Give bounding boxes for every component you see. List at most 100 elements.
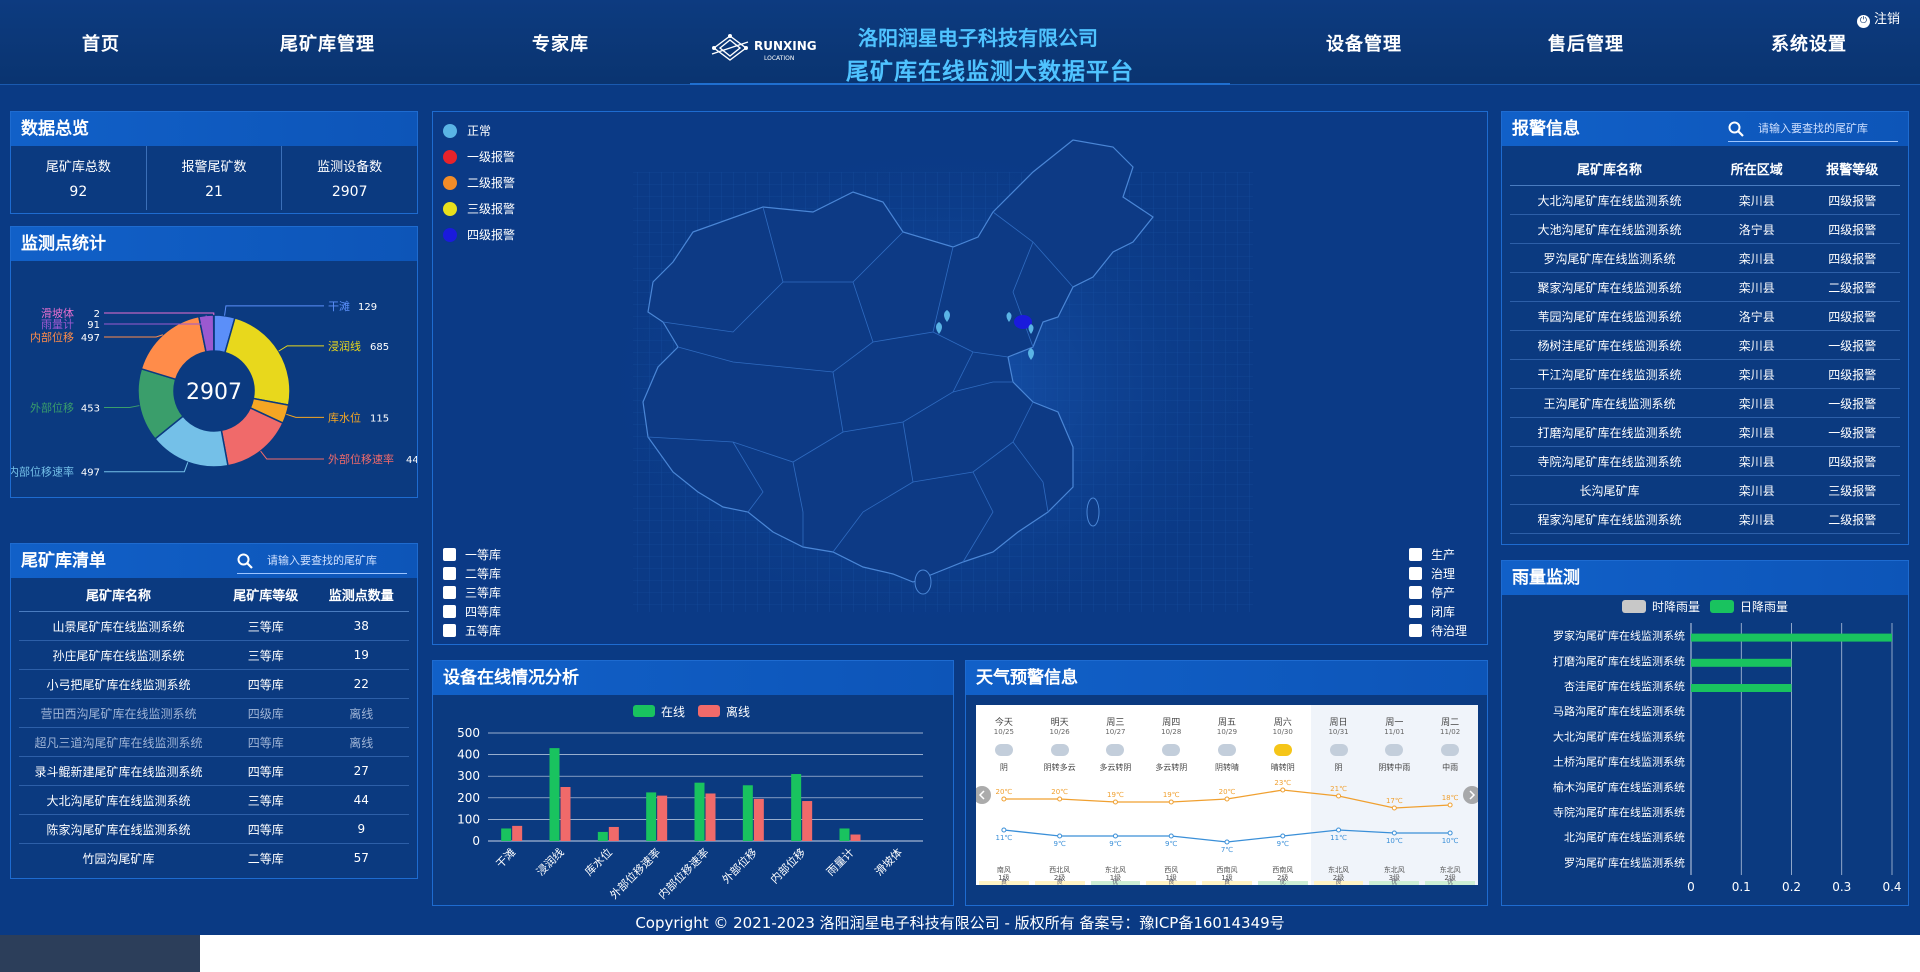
- cell-level: 四级报警: [1828, 222, 1877, 237]
- china-map[interactable]: [433, 112, 1487, 644]
- cell-level: 二级报警: [1828, 280, 1877, 295]
- table-row[interactable]: 大北沟尾矿库在线监测系统 栾川县 四级报警: [1510, 186, 1900, 215]
- table-row[interactable]: 程家沟尾矿库在线监测系统 栾川县 二级报警: [1510, 505, 1900, 534]
- table-row[interactable]: 打磨沟尾矿库在线监测系统 栾川县 一级报警: [1510, 418, 1900, 447]
- nav-device-management[interactable]: 设备管理: [1326, 30, 1402, 56]
- filter-level-1[interactable]: 一等库: [443, 546, 501, 563]
- nav-tailings-management[interactable]: 尾矿库管理: [280, 30, 375, 56]
- cell-level: 一级报警: [1828, 338, 1877, 353]
- filter-status-treatment[interactable]: 治理: [1409, 565, 1455, 582]
- legend-level2-alarm[interactable]: 二级报警: [443, 174, 515, 191]
- rainfall-panel: 雨量监测 时降雨量 日降雨量 0 0.1 0.2 0.3 0.4 罗家沟尾矿库在线监测系统 打磨…: [1501, 560, 1909, 906]
- checkbox[interactable]: [1409, 624, 1422, 637]
- slice-label: 内部位移速率: [11, 465, 74, 479]
- search-icon[interactable]: [237, 553, 253, 569]
- col-area: 所在区域: [1730, 163, 1783, 178]
- high-temp-label: 19℃: [1163, 791, 1180, 799]
- table-row[interactable]: 陈家沟尾矿库在线监测系统 四等库 9: [19, 815, 409, 844]
- cell-area: 栾川县: [1738, 454, 1775, 469]
- dashboard: 首页 尾矿库管理 专家库 设备管理 售后管理 系统设置 RUNXING LOCA…: [0, 0, 1920, 935]
- nav-experts[interactable]: 专家库: [532, 30, 589, 56]
- map-panel: 正常 一级报警 二级报警 三级报警 四级报警 一等库 二等库 三等库 四等库 五…: [432, 111, 1488, 645]
- table-row[interactable]: 罗沟尾矿库在线监测系统 栾川县 四级报警: [1510, 244, 1900, 273]
- x-tick-label: 0.2: [1782, 880, 1801, 894]
- weather-forecast: 今天 10/25 阴南风 1级良明天 10/26 阴转多云 西北风 2级良周三 10/27 多云转…: [976, 705, 1478, 886]
- nav-home[interactable]: 首页: [82, 30, 120, 56]
- tailings-search-input[interactable]: [267, 554, 407, 567]
- table-row[interactable]: 王沟尾矿库在线监测系统 栾川县 一级报警: [1510, 389, 1900, 418]
- filter-status-production[interactable]: 生产: [1409, 546, 1455, 563]
- device-online-panel: 设备在线情况分析 在线 离线 0 100 200 300 400 500 干滩 浸润线 库水位 外部位…: [432, 660, 954, 906]
- checkbox[interactable]: [443, 586, 456, 599]
- legend-level4-alarm[interactable]: 四级报警: [443, 226, 515, 243]
- table-row[interactable]: 大池沟尾矿库在线监测系统 洛宁县 四级报警: [1510, 215, 1900, 244]
- table-row[interactable]: 聚家沟尾矿库在线监测系统 栾川县 二级报警: [1510, 273, 1900, 302]
- filter-status-stopped[interactable]: 停产: [1409, 584, 1455, 601]
- table-row[interactable]: 营田西沟尾矿库在线监测系统 四级库 离线: [19, 699, 409, 728]
- tailings-list-title: 尾矿库清单: [11, 544, 417, 578]
- table-row[interactable]: 干江沟尾矿库在线监测系统 栾川县 四级报警: [1510, 360, 1900, 389]
- cell-level: 四级报警: [1828, 454, 1877, 469]
- cell-area: 栾川县: [1738, 512, 1775, 527]
- weather-title: 天气预警信息: [966, 661, 1487, 695]
- x-tick-label: 浸润线: [533, 845, 566, 878]
- checkbox-label: 生产: [1431, 548, 1456, 562]
- y-tick-label: 100: [457, 812, 480, 826]
- nav-after-sales[interactable]: 售后管理: [1548, 30, 1624, 56]
- nav-system-settings[interactable]: 系统设置: [1771, 30, 1847, 56]
- checkbox[interactable]: [1409, 567, 1422, 580]
- cell-count: 离线: [349, 706, 374, 721]
- filter-level-4[interactable]: 四等库: [443, 603, 501, 620]
- checkbox[interactable]: [443, 605, 456, 618]
- high-temp-point: [1447, 802, 1453, 808]
- bar: [646, 792, 657, 841]
- power-icon: ⏻: [1856, 15, 1870, 28]
- bar: [560, 787, 571, 841]
- table-row[interactable]: 长沟尾矿库 栾川县 三级报警: [1510, 476, 1900, 505]
- device-online-title: 设备在线情况分析: [433, 661, 953, 695]
- checkbox[interactable]: [1409, 548, 1422, 561]
- checkbox[interactable]: [443, 624, 456, 637]
- filter-level-5[interactable]: 五等库: [443, 622, 501, 639]
- low-temp-label: 9℃: [1277, 840, 1289, 848]
- checkbox[interactable]: [443, 567, 456, 580]
- logout-button[interactable]: ⏻ 注销: [1856, 8, 1900, 28]
- cell-area: 栾川县: [1738, 396, 1775, 411]
- alarm-search-input[interactable]: [1758, 122, 1898, 135]
- legend-level3-alarm[interactable]: 三级报警: [443, 200, 515, 217]
- stat-value: 92: [69, 184, 88, 200]
- filter-status-closed[interactable]: 闭库: [1409, 603, 1455, 620]
- table-row[interactable]: 苇园沟尾矿库在线监测系统 洛宁县 四级报警: [1510, 302, 1900, 331]
- scroll-right-icon[interactable]: [1463, 786, 1478, 804]
- label-leader: [224, 305, 324, 316]
- alarm-table-header: 尾矿库名称 所在区域 报警等级: [1510, 152, 1900, 186]
- table-row[interactable]: 杨树洼尾矿库在线监测系统 栾川县 一级报警: [1510, 331, 1900, 360]
- low-temp-point: [1280, 833, 1286, 839]
- legend-normal[interactable]: 正常: [443, 122, 491, 139]
- table-row[interactable]: 竹园沟尾矿库 二等库 57: [19, 844, 409, 870]
- low-temp-label: 9℃: [1165, 840, 1177, 848]
- low-temp-label: 9℃: [1054, 840, 1066, 848]
- filter-status-pending[interactable]: 待治理: [1409, 622, 1467, 639]
- company-name: 洛阳润星电子科技有限公司: [858, 26, 1098, 50]
- table-row[interactable]: 山景尾矿库在线监测系统 三等库 38: [19, 612, 409, 641]
- table-row[interactable]: 孙庄尾矿库在线监测系统 三等库 19: [19, 641, 409, 670]
- table-row[interactable]: 大北沟尾矿库在线监测系统 三等库 44: [19, 786, 409, 815]
- table-row[interactable]: 寺院沟尾矿库在线监测系统 栾川县 四级报警: [1510, 447, 1900, 476]
- temperature-curves: 20℃ 11℃ 20℃ 9℃ 19℃ 9℃ 19℃ 9℃ 20℃ 7℃ 23℃ 9℃ 21℃ 11℃ 17℃…: [976, 779, 1478, 854]
- legend-level1-alarm[interactable]: 一级报警: [443, 148, 515, 165]
- scroll-left-icon[interactable]: [976, 786, 991, 804]
- filter-level-3[interactable]: 三等库: [443, 584, 501, 601]
- cell-name: 罗沟尾矿库在线监测系统: [1543, 251, 1676, 266]
- search-icon[interactable]: [1728, 121, 1744, 137]
- checkbox[interactable]: [1409, 586, 1422, 599]
- table-row[interactable]: 超凡三道沟尾矿库在线监测系统 四等库 离线: [19, 728, 409, 757]
- x-tick-label: 0.1: [1732, 880, 1751, 894]
- checkbox[interactable]: [443, 548, 456, 561]
- table-row[interactable]: 录斗鲲新建尾矿库在线监测系统 四等库 27: [19, 757, 409, 786]
- logo-text: RUNXING: [754, 39, 817, 53]
- y-tick-label: 大北沟尾矿库在线监测系统: [1553, 729, 1685, 743]
- checkbox[interactable]: [1409, 605, 1422, 618]
- filter-level-2[interactable]: 二等库: [443, 565, 501, 582]
- table-row[interactable]: 小弓把尾矿库在线监测系统 四等库 22: [19, 670, 409, 699]
